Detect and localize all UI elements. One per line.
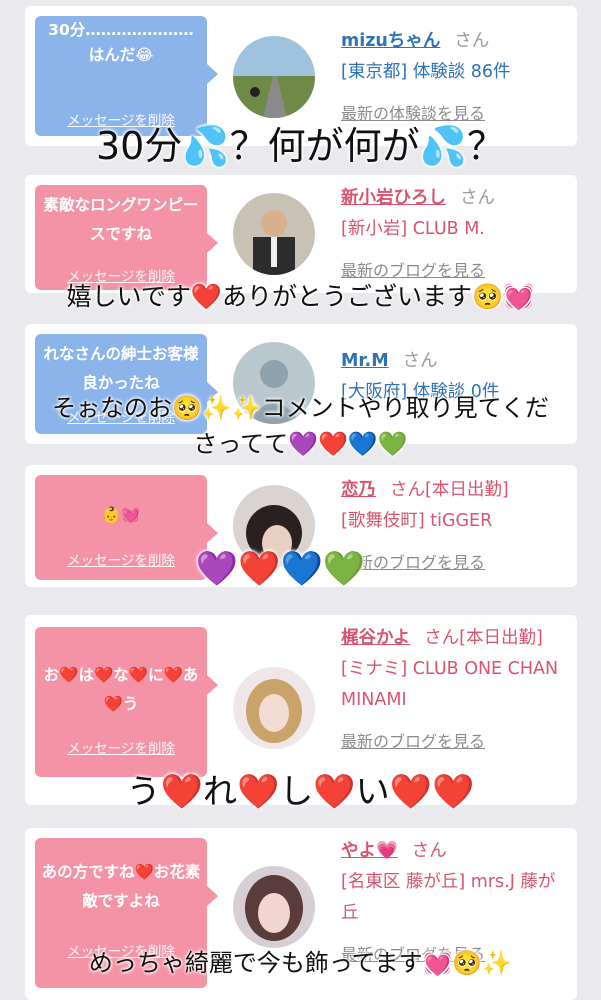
message-bubble: 素敵なロングワンピースですね メッセージを削除 <box>35 185 218 290</box>
avatar-photo <box>233 193 315 275</box>
overlay-caption: 嬉しいです❤️ありがとうございます🥺💓 <box>66 282 535 311</box>
overlay-caption: 30分💦？何が何が💦？ <box>96 124 505 168</box>
message-card: 素敵なロングワンピースですね メッセージを削除 新小岩ひろし さん [新小岩] C… <box>25 175 577 293</box>
honorific: さん <box>454 31 490 51</box>
avatar-photo <box>233 36 315 118</box>
avatar-photo <box>233 866 315 948</box>
overlay-hearts: 💜❤️💙💚 <box>195 549 366 589</box>
honorific: さん[本日出勤] <box>390 480 509 500</box>
delete-message-link[interactable]: メッセージを削除 <box>35 735 207 764</box>
message-text: お❤️は❤️な❤️に❤️あ❤️う <box>43 666 199 713</box>
user-detail[interactable]: [東京都] 体験談 86件 <box>341 57 569 88</box>
avatar-photo <box>233 667 315 749</box>
avatar[interactable] <box>233 866 315 948</box>
overlay-caption: う❤️れ❤️し❤️い❤️❤️ <box>126 772 475 812</box>
message-text: 素敵なロングワンピースですね <box>43 196 199 243</box>
user-info: 新小岩ひろし さん [新小岩] CLUB M. 最新のブログを見る <box>341 183 569 286</box>
message-text: 👶💓 <box>101 506 141 524</box>
user-detail[interactable]: [ミナミ] CLUB ONE CHAN MINAMI <box>341 654 569 716</box>
user-name-link[interactable]: 恋乃 <box>341 480 376 500</box>
message-text: 30分…………………はんだ😂 <box>48 21 194 64</box>
user-detail[interactable]: [歌舞伎町] tiGGER <box>341 506 569 537</box>
avatar[interactable] <box>233 667 315 749</box>
overlay-caption: さってて💜❤️💙💚 <box>193 430 408 458</box>
message-text: あの方ですね❤️お花素敵ですよね <box>41 863 201 910</box>
user-detail[interactable]: [名東区 藤が丘] mrs.J 藤が丘 <box>341 867 569 929</box>
avatar[interactable] <box>233 36 315 118</box>
user-name-link[interactable]: mizuちゃん <box>341 31 440 51</box>
user-detail[interactable]: [新小岩] CLUB M. <box>341 214 569 245</box>
user-name-link[interactable]: やよ💗 <box>341 841 398 861</box>
message-bubble: お❤️は❤️な❤️に❤️あ❤️う メッセージを削除 <box>35 627 218 777</box>
user-name-link[interactable]: 梶谷かよ <box>341 628 410 648</box>
user-info: 梶谷かよ さん[本日出勤] [ミナミ] CLUB ONE CHAN MINAMI … <box>341 623 569 757</box>
honorific: さん[本日出勤] <box>424 628 543 648</box>
user-info: mizuちゃん さん [東京都] 体験談 86件 最新の体験談を見る <box>341 26 569 129</box>
honorific: さん <box>402 351 438 371</box>
avatar[interactable] <box>233 193 315 275</box>
honorific: さん <box>460 188 495 208</box>
user-name-link[interactable]: 新小岩ひろし <box>341 188 446 208</box>
overlay-caption: めっちゃ綺麗で今も飾ってます💓🥺✨ <box>88 949 513 977</box>
overlay-caption: そぉなのお🥺✨✨コメントやり取り見てくだ <box>52 394 549 422</box>
user-name-link[interactable]: Mr.M <box>341 351 389 371</box>
honorific: さん <box>411 841 447 861</box>
latest-link[interactable]: 最新のブログを見る <box>341 726 569 757</box>
